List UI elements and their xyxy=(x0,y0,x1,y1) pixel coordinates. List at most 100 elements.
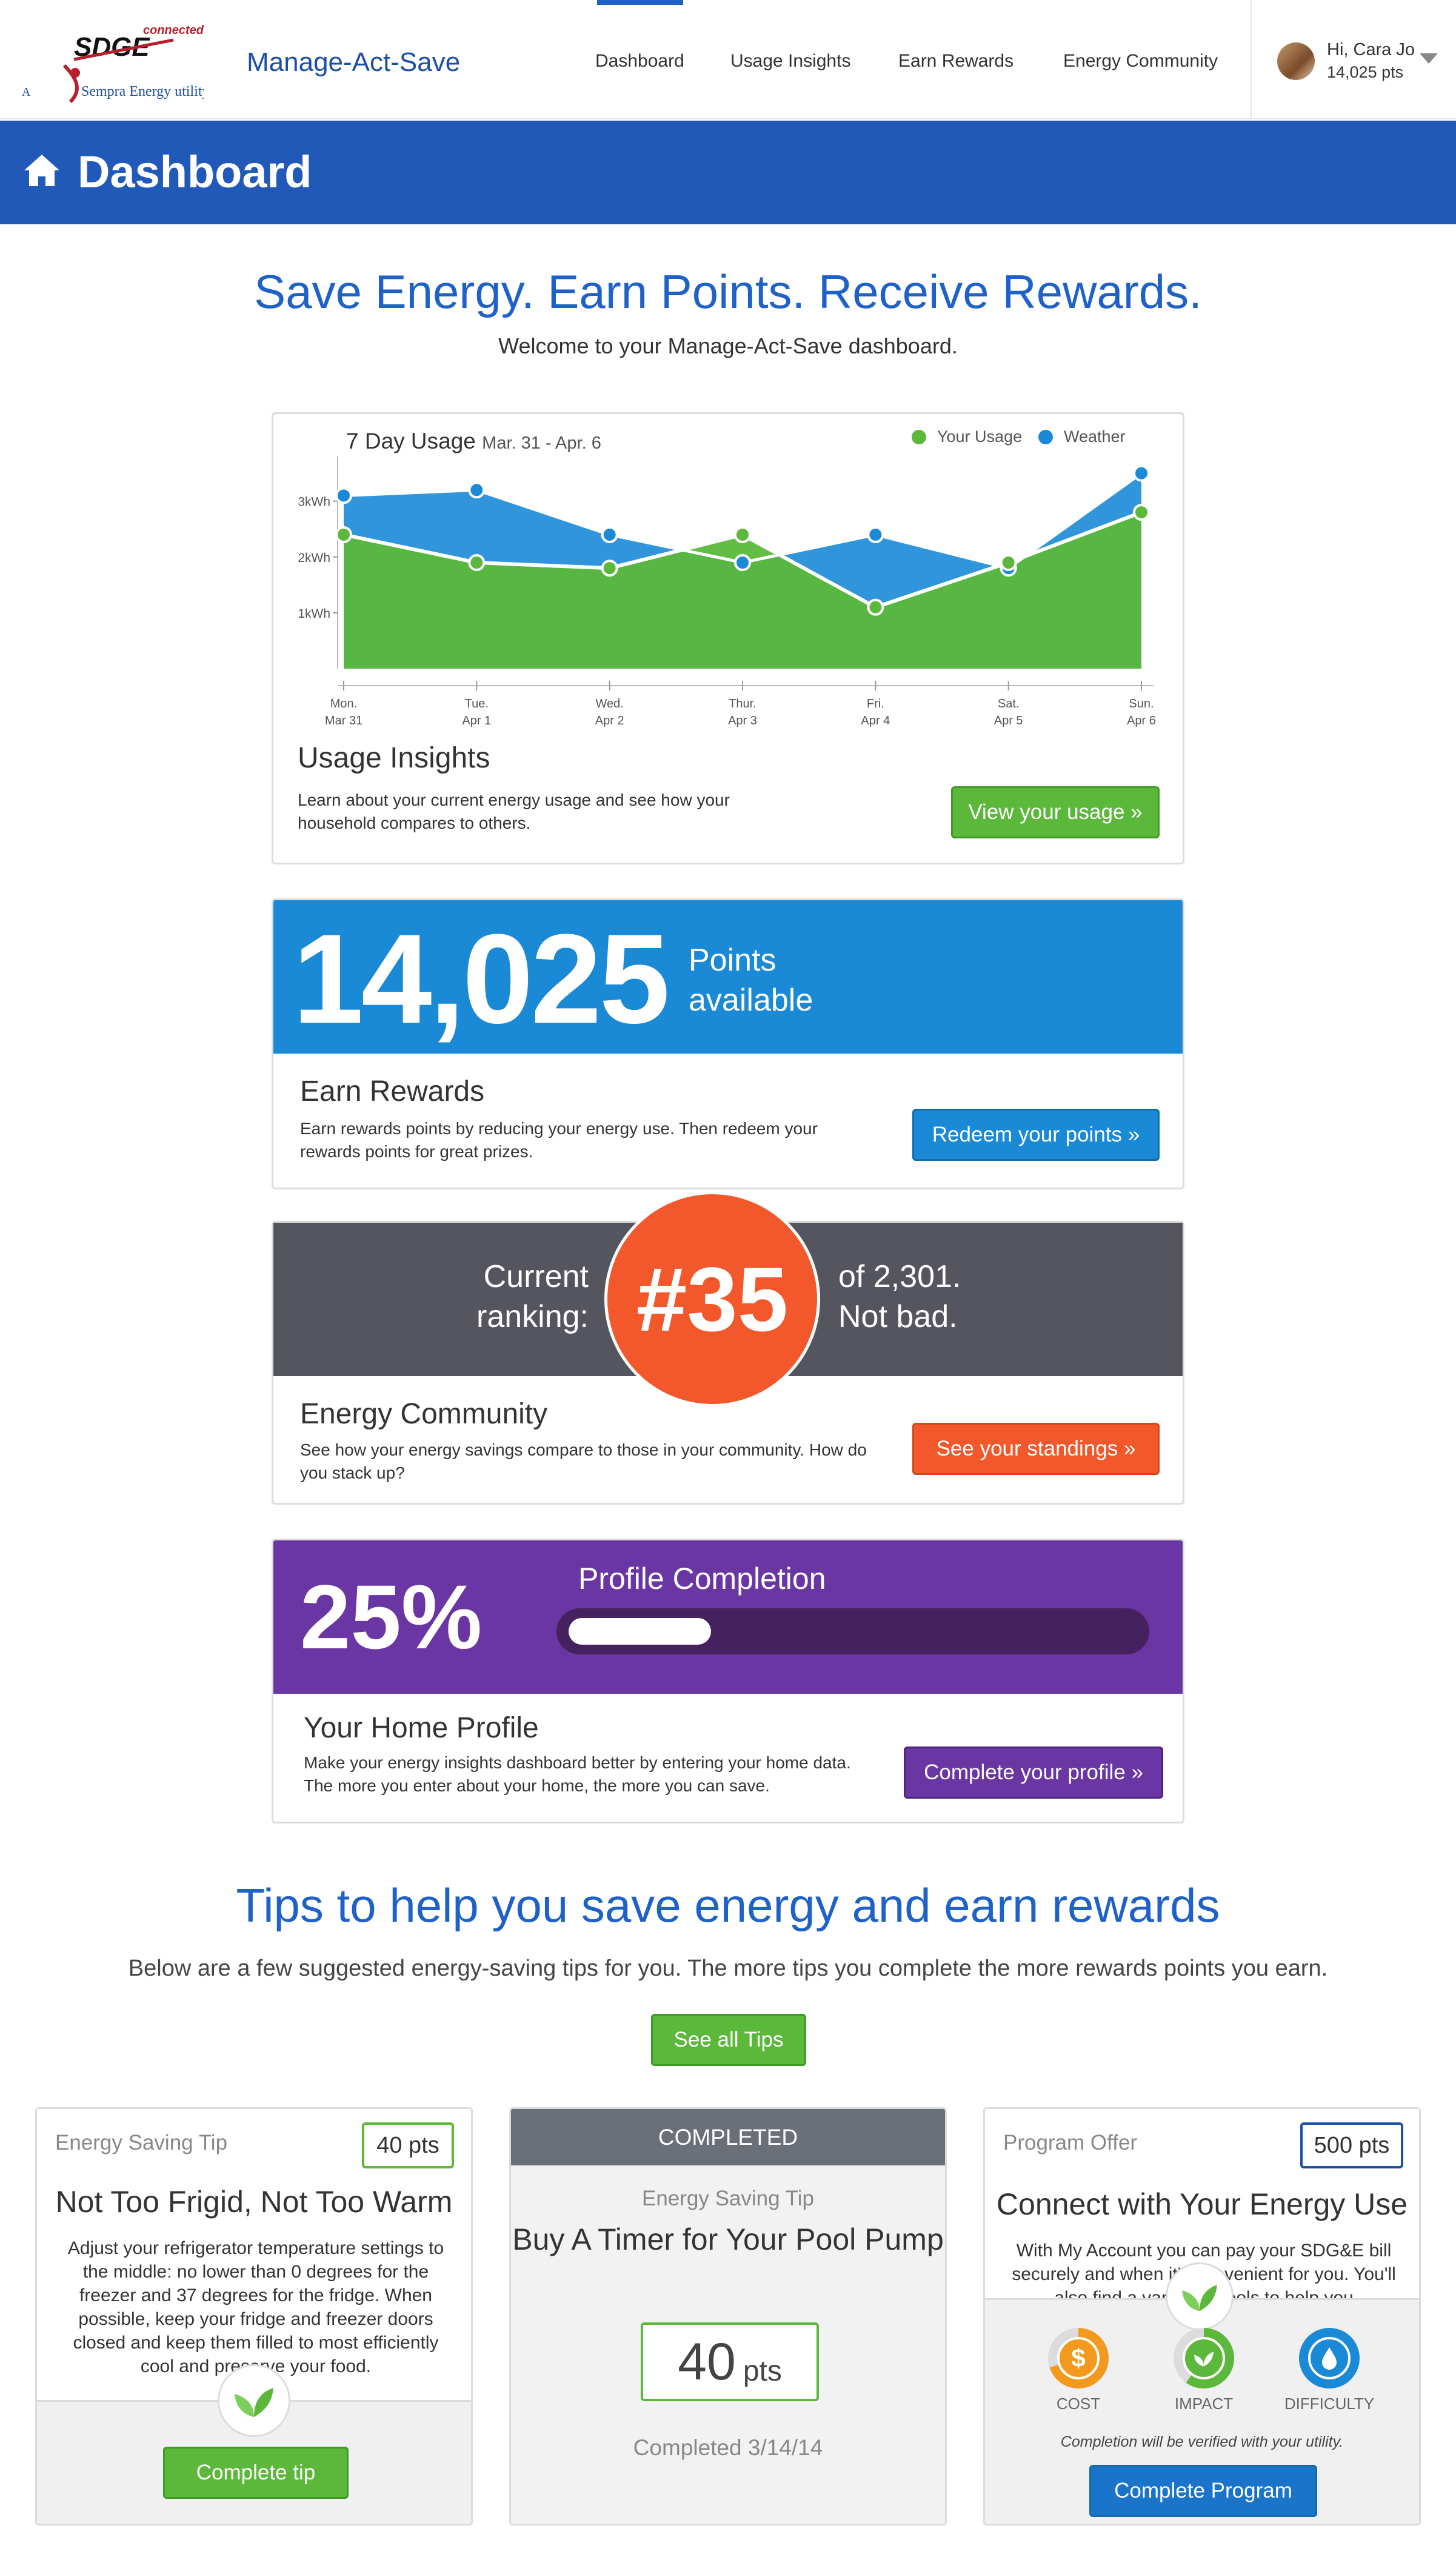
weather-point xyxy=(734,554,751,571)
svg-text:A: A xyxy=(22,85,31,99)
chevron-down-icon[interactable] xyxy=(1420,53,1438,64)
leaf-icon xyxy=(218,2364,290,2437)
usage-point xyxy=(601,560,618,577)
y-tick-label: 2kWh xyxy=(298,551,330,565)
see-all-tips-button[interactable]: See all Tips xyxy=(651,2014,806,2066)
tip-title: Connect with Your Energy Use xyxy=(996,2187,1408,2221)
x-tick-day: Sun. xyxy=(1129,697,1154,710)
points-value: 14,025 xyxy=(293,908,670,1050)
weather-point xyxy=(867,526,884,543)
energy-community-text: See how your energy savings compare to t… xyxy=(300,1440,867,1482)
usage-insights-heading: Usage Insights xyxy=(298,742,490,774)
user-menu[interactable]: Hi, Cara Jo 14,025 pts xyxy=(1251,0,1456,119)
x-tick-date: Mar 31 xyxy=(325,714,362,727)
home-icon xyxy=(24,155,59,186)
ranking-badge: #35 xyxy=(604,1191,820,1407)
dollar-icon: $ xyxy=(1048,2328,1109,2388)
tip-points-badge: 500 pts xyxy=(1300,2122,1403,2168)
energy-community-heading: Energy Community xyxy=(300,1398,548,1430)
x-tick-date: Apr 5 xyxy=(994,714,1023,727)
complete-profile-button[interactable]: Complete your profile » xyxy=(904,1747,1163,1799)
nav-dashboard[interactable]: Dashboard xyxy=(595,51,684,72)
points-card: 14,025 Points available Earn Rewards Ear… xyxy=(272,898,1184,1189)
earn-rewards-heading: Earn Rewards xyxy=(300,1075,485,1108)
leaf-impact-icon xyxy=(1174,2328,1234,2388)
tip-footer: $ COST IMPACT DIFFICULTY Completion will… xyxy=(985,2262,1419,2524)
x-tick-date: Apr 6 xyxy=(1127,714,1156,727)
tip-card-fridge: Energy Saving Tip 40 pts Not Too Frigid,… xyxy=(35,2107,473,2526)
cost-metric: $ COST xyxy=(1030,2328,1127,2413)
tip-title: Not Too Frigid, Not Too Warm xyxy=(55,2185,453,2219)
nav-earn-rewards[interactable]: Earn Rewards xyxy=(898,51,1014,72)
x-tick-date: Apr 3 xyxy=(728,714,757,727)
x-tick-day: Tue. xyxy=(465,697,489,710)
svg-text:Sempra Energy utility: Sempra Energy utility xyxy=(81,84,204,99)
tip-card-pool-pump: COMPLETED Energy Saving Tip Buy A Timer … xyxy=(509,2107,947,2526)
legend-swatch-usage xyxy=(912,429,926,444)
legend-weather: Weather xyxy=(1038,427,1126,446)
weather-point xyxy=(468,481,486,499)
x-tick-day: Wed. xyxy=(596,697,624,710)
tips-subtitle: Below are a few suggested energy-saving … xyxy=(128,1956,1328,1981)
profile-percent: 25% xyxy=(300,1566,483,1668)
user-greeting: Hi, Cara Jo xyxy=(1327,40,1415,59)
app-brand-title[interactable]: Manage-Act-Save xyxy=(247,47,460,78)
complete-program-button[interactable]: Complete Program xyxy=(1089,2465,1317,2517)
profile-progress-track xyxy=(556,1608,1149,1654)
profile-panel: 25% Profile Completion xyxy=(273,1540,1183,1694)
usage-point xyxy=(1000,554,1017,571)
verification-note: Completion will be verified with your ut… xyxy=(1060,2433,1344,2450)
usage-chart: 1kWh 2kWh 3kWh Mon. Mar 31 Tue. Apr 1 Wed. Apr 2… xyxy=(298,456,1156,727)
user-points: 14,025 pts xyxy=(1327,63,1404,81)
difficulty-metric: DIFFICULTY xyxy=(1281,2328,1378,2413)
completed-date: Completed 3/14/14 xyxy=(633,2435,823,2460)
hero-subtitle: Welcome to your Manage-Act-Save dashboar… xyxy=(498,333,958,358)
y-tick-label: 1kWh xyxy=(298,607,330,621)
top-navigation-bar: SDGE connected A Sempra Energy utility M… xyxy=(0,0,1456,119)
points-label: Points available xyxy=(689,943,813,1018)
view-usage-button[interactable]: View your usage » xyxy=(951,786,1160,838)
tip-kind: Program Offer xyxy=(1003,2131,1138,2154)
nav-usage-insights[interactable]: Usage Insights xyxy=(730,51,850,72)
weather-point xyxy=(1133,464,1150,482)
points-panel: 14,025 Points available xyxy=(273,900,1183,1054)
ranking-total: of 2,301. Not bad. xyxy=(838,1259,961,1334)
weather-point xyxy=(335,487,352,504)
water-drop-icon xyxy=(1299,2328,1360,2388)
ranking-panel: Current ranking: #35 of 2,301. Not bad. xyxy=(273,1191,1183,1407)
home-profile-heading: Your Home Profile xyxy=(304,1712,539,1744)
legend-your-usage: Your Usage xyxy=(912,427,1022,446)
complete-tip-button[interactable]: Complete tip xyxy=(163,2447,349,2499)
completed-status-header: COMPLETED xyxy=(511,2109,945,2165)
x-tick-date: Apr 2 xyxy=(595,714,624,727)
sdge-logo[interactable]: SDGE connected A Sempra Energy utility xyxy=(22,17,210,108)
impact-metric: IMPACT xyxy=(1155,2328,1252,2413)
page-title-bar: Dashboard xyxy=(0,121,1456,224)
home-profile-text: Make your energy insights dashboard bett… xyxy=(304,1753,851,1795)
usage-insights-text: Learn about your current energy usage an… xyxy=(298,791,730,832)
redeem-points-button[interactable]: Redeem your points » xyxy=(912,1109,1160,1161)
profile-completion-title: Profile Completion xyxy=(578,1562,826,1596)
usage-point xyxy=(468,554,486,571)
usage-point xyxy=(1133,504,1150,521)
ranking-label: Current ranking: xyxy=(476,1259,589,1334)
weather-point xyxy=(601,526,618,543)
ranking-card: Current ranking: #35 of 2,301. Not bad. … xyxy=(272,1191,1184,1505)
x-tick-date: Apr 1 xyxy=(462,714,491,727)
usage-card: 7 Day Usage Mar. 31 - Apr. 6 Your Usage … xyxy=(272,412,1184,864)
usage-point xyxy=(335,526,352,543)
earn-rewards-text: Earn rewards points by reducing your ene… xyxy=(300,1119,818,1161)
see-standings-button[interactable]: See your standings » xyxy=(912,1423,1160,1475)
x-tick-date: Apr 4 xyxy=(861,714,890,727)
avatar xyxy=(1277,42,1315,80)
profile-card: 25% Profile Completion Your Home Profile… xyxy=(272,1539,1184,1824)
usage-point xyxy=(734,526,751,543)
x-tick-day: Fri. xyxy=(867,697,884,710)
tip-kind: Energy Saving Tip xyxy=(55,2131,228,2154)
hero-title: Save Energy. Earn Points. Receive Reward… xyxy=(254,265,1202,318)
tip-footer: Complete tip xyxy=(37,2364,471,2524)
legend-swatch-weather xyxy=(1038,429,1053,444)
usage-point xyxy=(867,598,884,616)
tip-title: Buy A Timer for Your Pool Pump xyxy=(512,2222,944,2256)
nav-energy-community[interactable]: Energy Community xyxy=(1063,51,1218,72)
